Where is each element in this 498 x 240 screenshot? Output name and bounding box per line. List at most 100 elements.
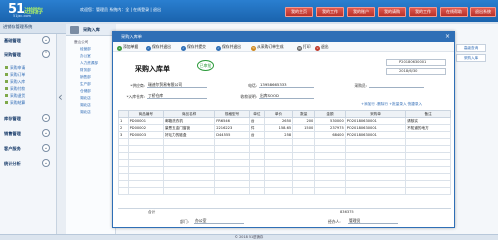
collapse-sidebar-icon[interactable]: ‹ — [58, 90, 63, 104]
contact-field[interactable]: 出库SOOD — [259, 93, 314, 99]
phone-field[interactable]: 13958665333 — [259, 82, 314, 88]
save-exit-button[interactable]: ✓ 保存并退出 — [146, 44, 171, 51]
table-row[interactable] — [118, 187, 451, 195]
warehouse-field[interactable]: 丁桥仓库 — [147, 93, 207, 99]
tree-node[interactable]: 销售部 — [80, 75, 91, 80]
table-row[interactable] — [118, 138, 451, 146]
cell[interactable]: PD00002 — [127, 124, 164, 132]
advanced-search-button[interactable]: 高级查询 — [456, 44, 486, 52]
sidebar-section-stats[interactable]: 统计分析 — [4, 161, 21, 167]
nav-logout-button[interactable]: 退出系统 — [470, 7, 496, 17]
cell[interactable]: 200 — [292, 117, 316, 125]
sidebar-item-purchase-payment[interactable]: 采购付款 — [4, 86, 25, 92]
cell[interactable]: 68400 — [314, 131, 346, 139]
tree-node[interactable]: 经营部 — [80, 47, 91, 52]
table-row[interactable] — [118, 180, 451, 188]
document-number-field[interactable]: P20180630001 — [386, 59, 446, 66]
cell[interactable]: 1500 — [292, 124, 316, 132]
tree-node[interactable]: 湖北店 — [80, 110, 91, 115]
sidebar-section-service[interactable]: 客户服务 — [4, 146, 21, 152]
table-row[interactable]: 2 PD00002 豪恩五金门窗锁 2216223 件 158.65 1500 … — [118, 124, 451, 132]
document-date-field[interactable]: 2018/6/30 — [386, 68, 446, 75]
col-header — [118, 110, 129, 118]
handler-field[interactable]: 管理员 — [348, 218, 398, 224]
cell[interactable]: D44555 — [214, 131, 250, 139]
cell[interactable]: 2650 — [263, 117, 294, 125]
cell[interactable]: 台 — [248, 117, 265, 125]
nav-requests-button[interactable]: 我的请购 — [378, 7, 406, 17]
cell[interactable]: PD00003 — [127, 131, 164, 139]
save-submit-button[interactable]: ✓ 保存并提交 — [181, 44, 206, 51]
col-header: 数量 — [292, 110, 316, 118]
chevron-up-icon[interactable]: ⌃ — [42, 50, 50, 58]
cell[interactable]: 158.65 — [263, 124, 294, 132]
cell[interactable]: FR6546 — [214, 117, 250, 125]
nav-work2-button[interactable]: 我的工作 — [409, 7, 437, 17]
tree-node[interactable]: 湖北店 — [80, 96, 91, 101]
nav-home-button[interactable]: 我的主页 — [285, 7, 313, 17]
sidebar-item-purchase-settle[interactable]: 采购结算 — [4, 100, 25, 106]
cell[interactable]: 好坛力的链盒 — [162, 131, 216, 139]
purchase-inbound-button[interactable]: 采购入库 — [456, 54, 486, 62]
cell[interactable]: 件 — [248, 124, 265, 132]
cell[interactable]: 530000 — [314, 117, 346, 125]
tree-node[interactable]: 湖北店 — [80, 103, 91, 108]
tree-node[interactable]: 办公室 — [80, 54, 91, 59]
sidebar-item-purchase-request[interactable]: 采购申请 — [4, 65, 25, 71]
tree-root[interactable]: 鹿山公司 — [74, 40, 88, 45]
purchaser-field[interactable] — [369, 82, 424, 88]
chevron-down-icon[interactable]: ⌄ — [42, 144, 50, 152]
table-row[interactable] — [118, 145, 451, 153]
nav-help-button[interactable]: 在线帮助 — [440, 7, 468, 17]
add-document-button[interactable]: + 添加单据 — [117, 44, 138, 51]
cell[interactable]: 豪恩五金门窗锁 — [162, 124, 216, 132]
cell[interactable]: 258 — [263, 131, 294, 139]
sidebar-section-sales[interactable]: 销售管理 — [4, 131, 21, 137]
cell[interactable]: PO20180630001 — [344, 117, 407, 125]
nav-work-button[interactable]: 我的工作 — [316, 7, 344, 17]
tree-node[interactable]: 人力资源部 — [80, 61, 98, 66]
chevron-down-icon[interactable]: ⌄ — [42, 159, 50, 167]
document-title: 采购入库单 — [135, 65, 170, 73]
tree-node[interactable]: 仓储部 — [80, 89, 91, 94]
row-actions[interactable]: +添加行 -删除行 +批量录入 快捷录入 — [361, 102, 422, 107]
cell[interactable]: PO20180630001 — [344, 131, 407, 139]
cell[interactable]: 不知道的地方 — [405, 124, 451, 132]
cell[interactable]: PD00001 — [127, 117, 164, 125]
cell[interactable]: 2216223 — [214, 124, 250, 132]
cell[interactable] — [405, 131, 451, 139]
sidebar-section-purchase[interactable]: 采购管理 — [4, 52, 21, 58]
table-row[interactable] — [118, 159, 451, 167]
sidebar-section-inventory[interactable]: 库存管理 — [4, 116, 21, 122]
generate-from-order-button[interactable]: ↻ 从采购订单生成 — [251, 44, 284, 51]
supplier-field[interactable]: 瑞迪尔贸易有限公司 — [147, 82, 207, 88]
sidebar-item-purchase-inbound[interactable]: 采购入库 — [4, 79, 25, 85]
close-icon[interactable]: × — [445, 32, 450, 42]
sidebar-item-purchase-order[interactable]: 采购订单 — [4, 72, 25, 78]
exit-button[interactable]: × 退出 — [315, 44, 329, 51]
table-row[interactable] — [118, 166, 451, 174]
chevron-down-icon[interactable]: ⌄ — [42, 114, 50, 122]
table-row[interactable]: 1 PD00001 邮箱洗衣机 FR6546 台 2650 200 530000… — [118, 117, 451, 125]
cell[interactable]: 237975 — [314, 124, 346, 132]
sidebar-item-purchase-return[interactable]: 采购退货 — [4, 93, 25, 99]
tree-node[interactable]: 财务部 — [80, 68, 91, 73]
chevron-down-icon[interactable]: ⌄ — [42, 36, 50, 44]
dept-field[interactable]: 办公室 — [194, 218, 244, 224]
panel-title: 采购入库 — [83, 27, 100, 32]
table-row[interactable] — [118, 152, 451, 160]
cell[interactable] — [292, 131, 316, 139]
save-exit2-button[interactable]: ✓ 保存并退出 — [216, 44, 241, 51]
sidebar-section-basic[interactable]: 基础管理 — [4, 38, 21, 44]
chevron-down-icon[interactable]: ⌄ — [42, 129, 50, 137]
table-row[interactable] — [118, 173, 451, 181]
footer-fields: 部门: 办公室 经办人: 管理员 — [118, 217, 451, 226]
print-button[interactable]: ▤ 打印 — [297, 44, 311, 51]
tree-node[interactable]: 生产部 — [80, 82, 91, 87]
cell[interactable]: PO20180630001 — [344, 124, 407, 132]
cell[interactable]: 请核实 — [405, 117, 451, 125]
nav-account-button[interactable]: 我的账户 — [347, 7, 375, 17]
cell[interactable]: 台 — [248, 131, 265, 139]
table-row[interactable]: 3 PD00003 好坛力的链盒 D44555 台 258 68400 PO20… — [118, 131, 451, 139]
cell[interactable]: 邮箱洗衣机 — [162, 117, 216, 125]
